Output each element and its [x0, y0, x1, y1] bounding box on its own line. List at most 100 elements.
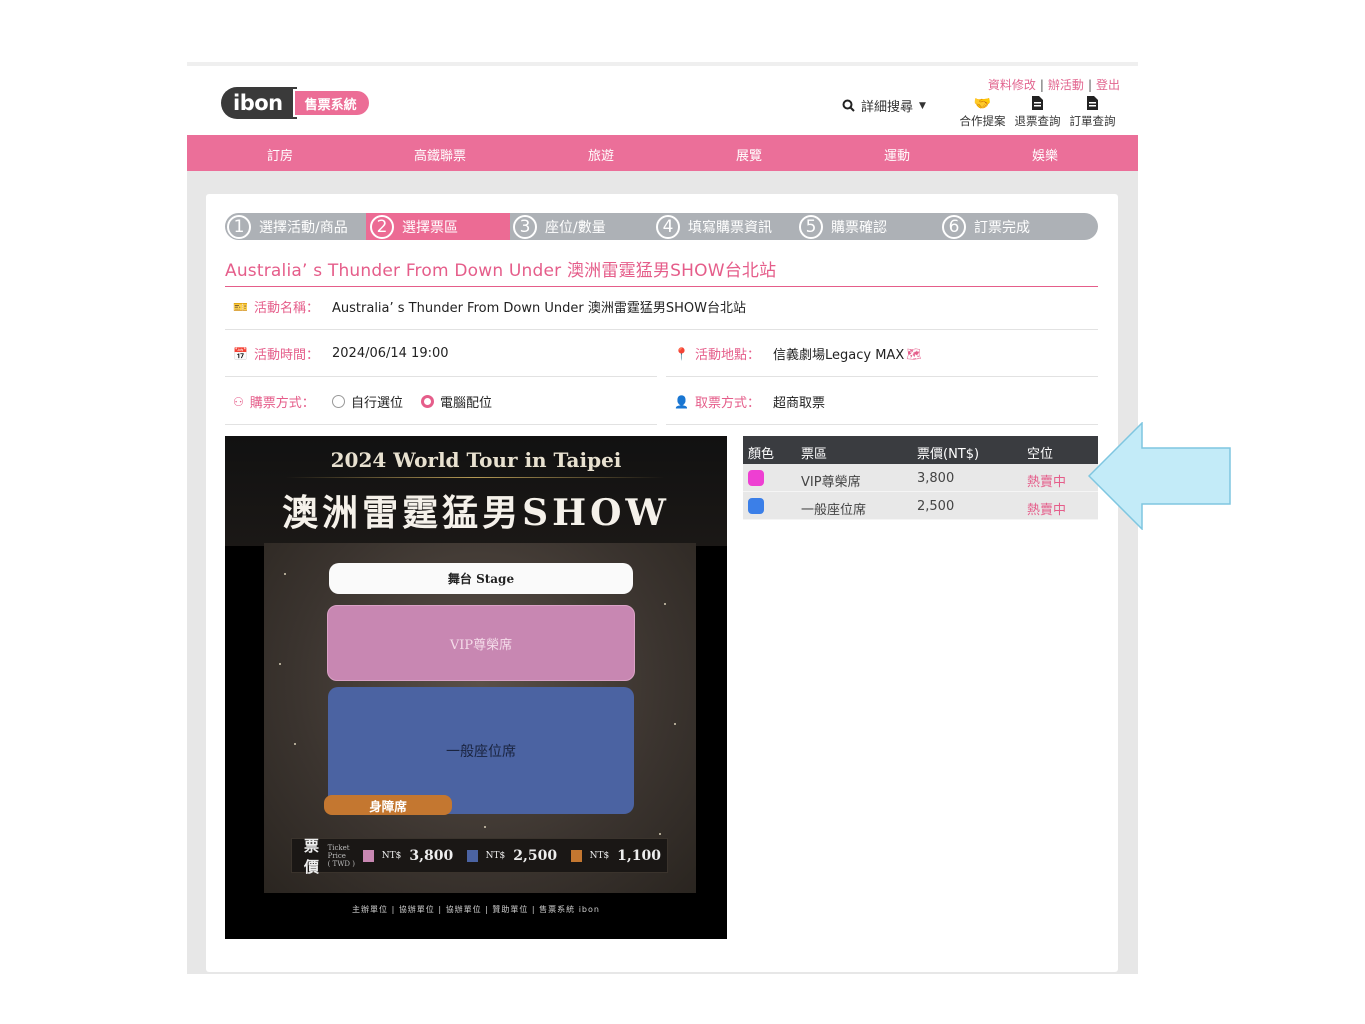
auto-assign-label: 電腦配位 — [440, 396, 493, 411]
event-venue-value: 信義劇場Legacy MAX — [773, 348, 905, 363]
logout-link[interactable]: 登出 — [1096, 78, 1120, 92]
calendar-icon: 📅 — [233, 346, 248, 361]
progress-steps: 1 選擇活動/商品 2 選擇票區 3 座位/數量 4 填寫購票資訊 5 購票確認… — [225, 213, 1098, 240]
zone-price: 3,800 — [917, 471, 955, 486]
event-venue-label: 活動地點： — [694, 348, 760, 363]
nav-item-sports[interactable]: 運動 — [884, 145, 910, 164]
ticket-zone-table: 顏色 票區 票價(NT$) 空位 VIP尊榮席 3,800 熱賣中 一般座位席 … — [743, 436, 1098, 520]
handshake-icon: 🤝 — [973, 96, 992, 112]
vip-swatch — [363, 849, 374, 862]
zone-color-swatch — [748, 470, 764, 486]
zone-row-general[interactable]: 一般座位席 2,500 熱賣中 — [743, 492, 1098, 520]
accessible-zone: 身障席 — [324, 795, 452, 815]
radio-circle[interactable] — [332, 395, 345, 408]
zone-status[interactable]: 熱賣中 — [1027, 471, 1066, 490]
event-time-label: 活動時間： — [253, 348, 319, 363]
nav-item-hotel[interactable]: 訂房 — [267, 145, 293, 164]
poster-divider — [285, 477, 665, 478]
poster-subtitle: 2024 World Tour in Taipei — [330, 448, 622, 472]
poster-sponsors: 主辦單位 | 協辦單位 | 協辦單位 | 贊助單位 | 售票系統 ibon — [352, 905, 600, 914]
order-query-link[interactable]: 訂單查詢 — [1069, 96, 1116, 129]
step-number: 4 — [656, 214, 680, 239]
accessible-swatch — [571, 849, 582, 862]
page-frame: ibon 售票系統 詳細搜尋 ▼ 資料修改 | 辦活動 | 登出 🤝 合作提案 退票查詢 — [187, 62, 1138, 974]
self-select-radio[interactable]: 自行選位 — [332, 392, 403, 411]
step-3: 3 座位/數量 — [513, 213, 606, 240]
zone-status[interactable]: 熱賣中 — [1027, 499, 1066, 518]
general-price: 2,500 — [513, 847, 558, 864]
zone-price: 2,500 — [917, 499, 955, 514]
step-label: 選擇活動/商品 — [259, 219, 348, 236]
event-name-label-wrap: 🎫 活動名稱： — [225, 297, 332, 317]
step-label: 座位/數量 — [545, 219, 606, 236]
logo-wordmark: ibon — [221, 87, 297, 119]
nav-item-travel[interactable]: 旅遊 — [588, 145, 614, 164]
refund-query-link[interactable]: 退票查詢 — [1014, 96, 1061, 129]
zone-name: 一般座位席 — [801, 503, 867, 518]
user-icon: 👤 — [674, 394, 689, 409]
top-header: ibon 售票系統 詳細搜尋 ▼ 資料修改 | 辦活動 | 登出 🤝 合作提案 退票查詢 — [187, 62, 1138, 135]
price-legend-currency: ( TWD ) — [327, 859, 355, 868]
vip-zone: VIP尊榮席 — [327, 605, 635, 681]
step-label: 填寫購票資訊 — [688, 219, 772, 236]
document-icon — [1032, 96, 1043, 113]
purchase-label-wrap: ⚇ 購票方式： — [225, 392, 332, 412]
search-icon — [842, 99, 855, 112]
poster-title: 澳洲雷霆猛男SHOW — [282, 492, 670, 534]
advanced-search[interactable]: 詳細搜尋 ▼ — [842, 96, 926, 115]
content-card: 1 選擇活動/商品 2 選擇票區 3 座位/數量 4 填寫購票資訊 5 購票確認… — [206, 194, 1118, 972]
nav-item-hsr[interactable]: 高鐵聯票 — [414, 145, 466, 164]
pickup-label-wrap: 👤 取票方式： — [666, 392, 773, 412]
refund-query-label: 退票查詢 — [1014, 114, 1061, 128]
event-venue-label-wrap: 📍 活動地點： — [666, 344, 773, 364]
zone-row-vip[interactable]: VIP尊榮席 3,800 熱賣中 — [743, 464, 1098, 492]
caret-down-icon: ▼ — [919, 100, 926, 111]
ticket-icon: 🎫 — [233, 299, 248, 314]
edit-profile-link[interactable]: 資料修改 — [988, 78, 1036, 92]
purchase-label: 購票方式： — [249, 396, 315, 411]
event-name-row: 🎫 活動名稱： Australia’ s Thunder From Down U… — [225, 284, 1098, 330]
header-availability: 空位 — [1027, 447, 1054, 462]
nav-item-exhibition[interactable]: 展覽 — [736, 145, 762, 164]
event-time-label-wrap: 📅 活動時間： — [225, 344, 332, 364]
pickup-value: 超商取票 — [773, 396, 826, 411]
location-pin-icon: 📍 — [674, 346, 689, 361]
price-nt: NT$ — [485, 850, 506, 861]
auto-assign-radio[interactable]: 電腦配位 — [421, 392, 492, 411]
zone-name: VIP尊榮席 — [801, 475, 861, 490]
search-label: 詳細搜尋 — [861, 100, 914, 115]
step-6: 6 訂票完成 — [942, 213, 1030, 240]
seat-map-poster: 2024 World Tour in Taipei 澳洲雷霆猛男SHOW 舞台 … — [225, 436, 727, 939]
event-venue-row: 📍 活動地點： 信義劇場Legacy MAX 🗺 — [666, 331, 1098, 377]
logo-tag: 售票系統 — [292, 89, 371, 117]
partnership-link[interactable]: 🤝 合作提案 — [959, 96, 1006, 129]
step-5: 5 購票確認 — [799, 213, 887, 240]
nav-item-entertainment[interactable]: 娛樂 — [1032, 145, 1058, 164]
price-legend-title: 票價 — [304, 836, 320, 876]
accessible-price: 1,100 — [617, 847, 662, 864]
pickup-method-row: 👤 取票方式： 超商取票 — [666, 379, 1098, 425]
step-number: 2 — [370, 214, 394, 239]
step-number: 5 — [799, 214, 823, 239]
header-zone: 票區 — [801, 447, 828, 462]
self-select-label: 自行選位 — [351, 396, 404, 411]
stage-area: 舞台 Stage — [329, 563, 633, 594]
quick-links: 🤝 合作提案 退票查詢 訂單查詢 — [959, 96, 1116, 129]
host-event-link[interactable]: 辦活動 — [1048, 78, 1084, 92]
sitemap-icon: ⚇ — [233, 394, 244, 409]
step-label: 訂票完成 — [974, 219, 1030, 236]
step-label: 選擇票區 — [402, 219, 458, 236]
step-2: 2 選擇票區 — [368, 213, 510, 240]
radio-circle-selected[interactable] — [421, 395, 435, 408]
ibon-logo[interactable]: ibon 售票系統 — [221, 87, 371, 119]
header-color: 顏色 — [748, 447, 775, 462]
step-1: 1 選擇活動/商品 — [227, 213, 348, 240]
event-name-label: 活動名稱： — [253, 301, 319, 316]
map-icon[interactable]: 🗺 — [906, 347, 921, 361]
event-time-row: 📅 活動時間： 2024/06/14 19:00 — [225, 331, 657, 377]
step-number: 3 — [513, 214, 537, 239]
purchase-method-row: ⚇ 購票方式： 自行選位 電腦配位 — [225, 379, 657, 425]
event-title: Australia’ s Thunder From Down Under 澳洲雷… — [225, 256, 1098, 287]
price-legend: 票價 Ticket Price ( TWD ) NT$ 3,800 NT$ 2,… — [291, 837, 668, 876]
step-label: 購票確認 — [831, 219, 887, 236]
